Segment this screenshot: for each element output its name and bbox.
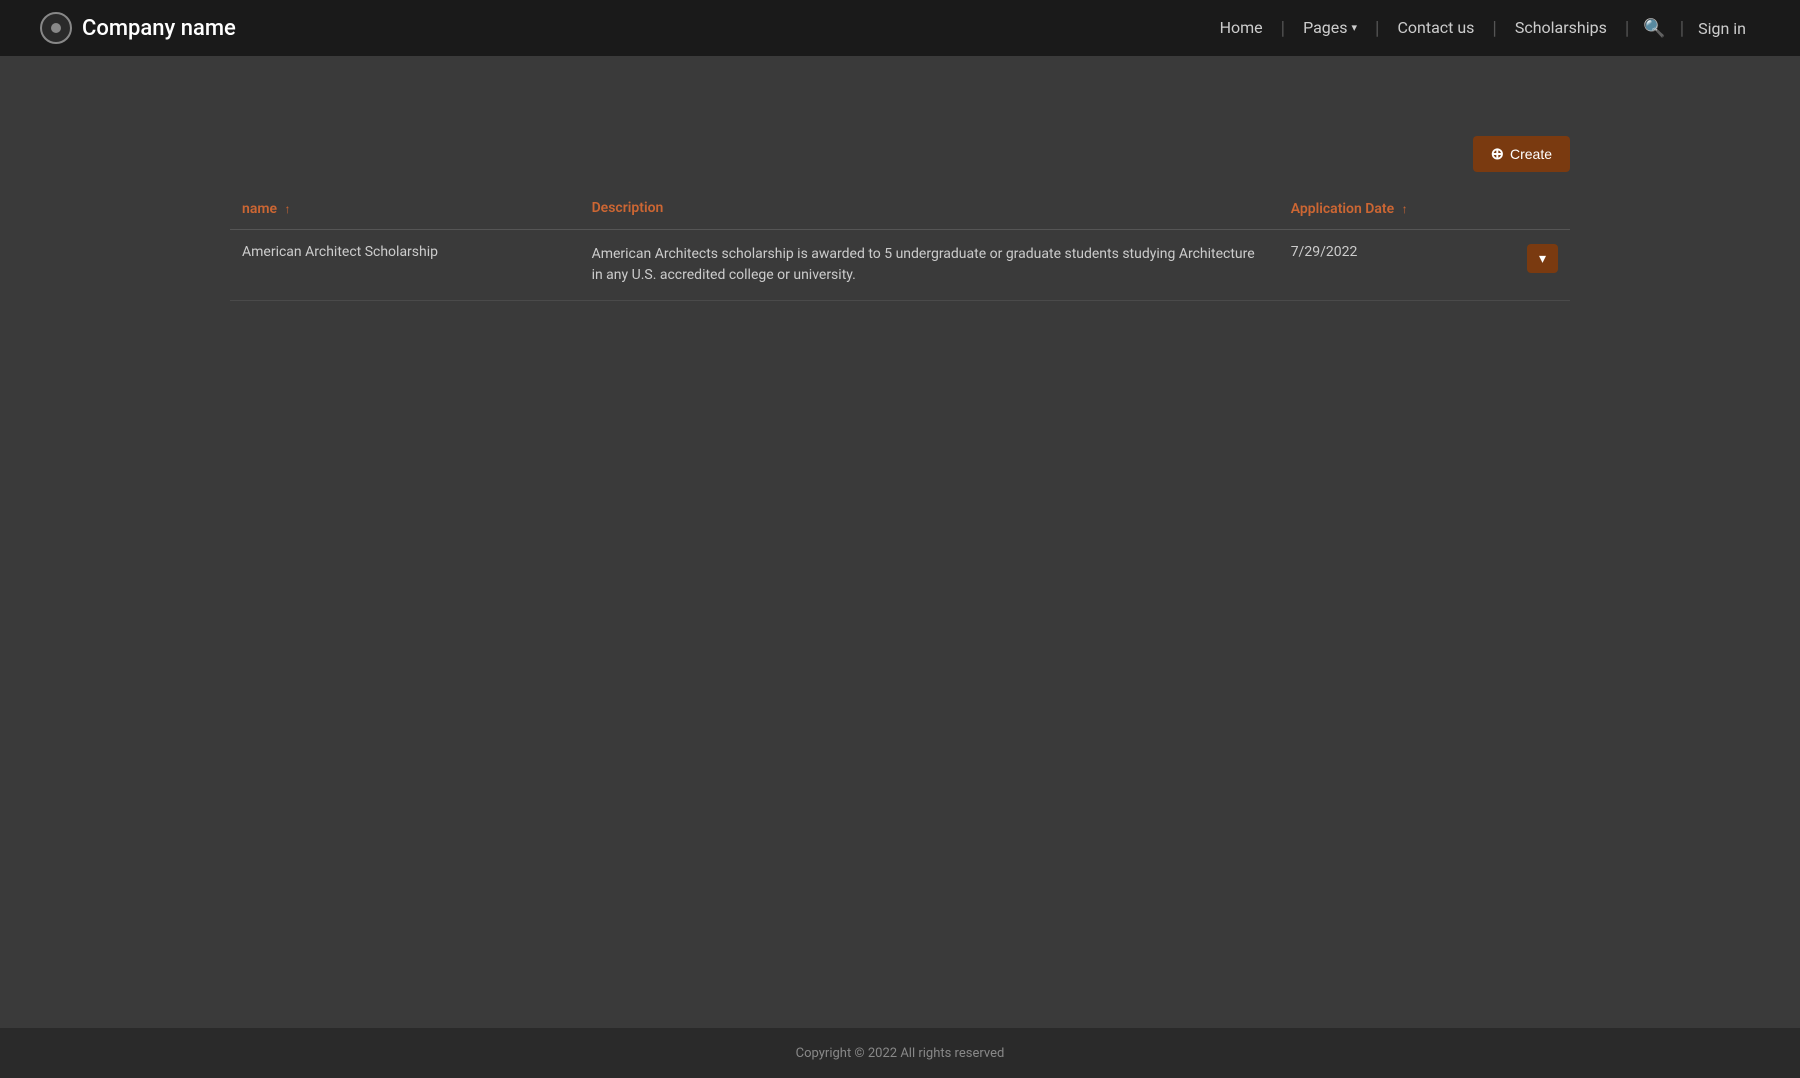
- cell-action: ▾: [1483, 230, 1570, 301]
- col-header-action: [1483, 188, 1570, 230]
- nav-menu: Home | Pages ▾ | Contact us | Scholarshi…: [1202, 0, 1760, 56]
- copyright-text: Copyright © 2022 All rights reserved: [796, 1046, 1005, 1061]
- table-toolbar: ⊕ Create: [230, 136, 1570, 172]
- footer: Copyright © 2022 All rights reserved: [0, 1028, 1800, 1078]
- sort-arrow-date: ↑: [1402, 202, 1408, 216]
- nav-item-scholarships[interactable]: Scholarships: [1497, 0, 1625, 56]
- cell-description: American Architects scholarship is award…: [580, 230, 1279, 301]
- row-action-dropdown-icon: ▾: [1539, 250, 1546, 266]
- sign-in-link[interactable]: Sign in: [1684, 0, 1760, 56]
- brand-logo[interactable]: Company name: [40, 12, 236, 44]
- table-header-row: name ↑ Description Application Date ↑: [230, 188, 1570, 230]
- main-content: ⊕ Create name ↑ Description Application …: [0, 56, 1800, 1028]
- row-action-button[interactable]: ▾: [1527, 244, 1558, 273]
- nav-item-contact[interactable]: Contact us: [1379, 0, 1492, 56]
- table-row: American Architect Scholarship American …: [230, 230, 1570, 301]
- navbar: Company name Home | Pages ▾ | Contact us…: [0, 0, 1800, 56]
- nav-item-home[interactable]: Home: [1202, 0, 1281, 56]
- col-header-name[interactable]: name ↑: [230, 188, 580, 230]
- create-label: Create: [1510, 146, 1552, 162]
- brand-icon: [40, 12, 72, 44]
- nav-item-pages[interactable]: Pages ▾: [1285, 0, 1375, 56]
- search-icon[interactable]: 🔍: [1629, 0, 1679, 56]
- pages-dropdown-icon: ▾: [1352, 0, 1358, 56]
- sort-arrow-name: ↑: [285, 202, 291, 216]
- brand-name: Company name: [82, 16, 236, 41]
- col-header-app-date[interactable]: Application Date ↑: [1279, 188, 1483, 230]
- create-plus-icon: ⊕: [1491, 144, 1504, 164]
- cell-app-date: 7/29/2022: [1279, 230, 1483, 301]
- scholarships-table: name ↑ Description Application Date ↑ Am…: [230, 188, 1570, 301]
- create-button[interactable]: ⊕ Create: [1473, 136, 1570, 172]
- col-header-description: Description: [580, 188, 1279, 230]
- cell-name[interactable]: American Architect Scholarship: [230, 230, 580, 301]
